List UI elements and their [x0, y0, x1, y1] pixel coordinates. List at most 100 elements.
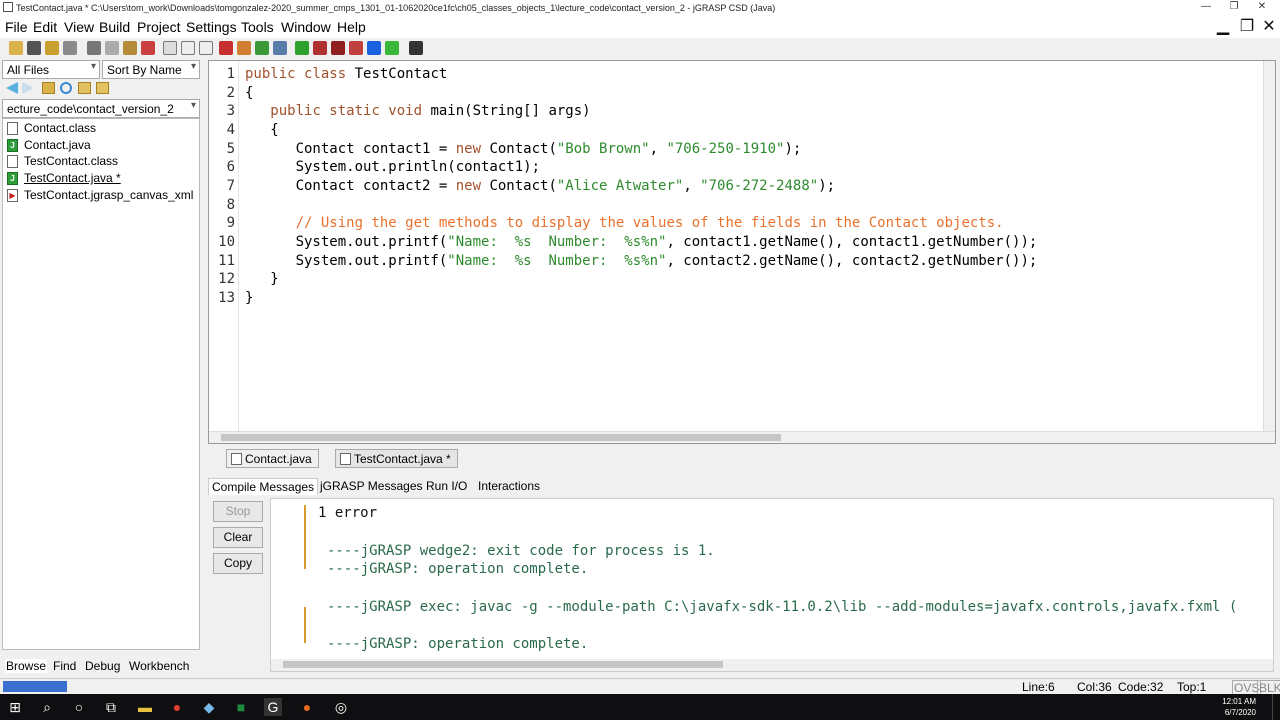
taskbar-clock[interactable]: 12:01 AM 6/7/2020 [1222, 696, 1256, 718]
menu-tools[interactable]: Tools [241, 19, 274, 35]
file-icon [7, 154, 18, 168]
close-button[interactable]: ✕ [1242, 0, 1280, 16]
uml-icon[interactable] [255, 41, 269, 55]
firefox-icon[interactable]: ● [298, 698, 316, 716]
forward-arrow-icon[interactable] [22, 82, 34, 94]
paste-icon[interactable] [123, 41, 137, 55]
menu-file[interactable]: File [5, 19, 28, 35]
code-editor[interactable]: 1 2 3 4 5 6 7 8 9 10 11 12 13 public cla… [208, 60, 1276, 444]
debug-icon[interactable] [331, 41, 345, 55]
horizontal-scrollbar[interactable] [209, 431, 1275, 443]
tab-testcontact-java[interactable]: TestContact.java * [335, 449, 458, 468]
store-icon[interactable]: ◆ [200, 698, 218, 716]
list-item[interactable]: Contact.class [7, 120, 96, 136]
jgrasp-taskbar-icon[interactable]: G [264, 698, 282, 716]
code-area[interactable]: 1 2 3 4 5 6 7 8 9 10 11 12 13 public cla… [209, 66, 1259, 426]
breakpoint-icon[interactable] [219, 41, 233, 55]
csd-file-icon [231, 453, 242, 465]
refresh-icon[interactable] [60, 82, 72, 94]
generate-csd-icon[interactable] [163, 41, 177, 55]
tab-find[interactable]: Find [53, 659, 76, 673]
folder-path-select[interactable]: ecture_code\contact_version_2 ▾ [2, 99, 200, 118]
menu-settings[interactable]: Settings [186, 19, 237, 35]
code-line: // Using the get methods to display the … [245, 215, 1004, 231]
save-all-icon[interactable] [45, 41, 59, 55]
list-item[interactable]: TestContact.class [7, 153, 118, 169]
back-arrow-icon[interactable] [6, 82, 18, 94]
scrollbar-thumb[interactable] [283, 661, 723, 668]
line-number: 11 [218, 253, 235, 269]
folder-path-value: ecture_code\contact_version_2 [7, 102, 174, 116]
tab-debug[interactable]: Debug [85, 659, 120, 673]
windows-start-icon[interactable]: ⊞ [6, 698, 24, 716]
task-view-icon[interactable]: ⧉ [102, 698, 120, 716]
chevron-down-icon: ▾ [190, 61, 196, 72]
message-horizontal-scrollbar[interactable] [271, 659, 1273, 671]
tab-browse[interactable]: Browse [5, 659, 48, 673]
menu-window[interactable]: Window [281, 19, 331, 35]
vertical-scrollbar[interactable] [1263, 61, 1275, 433]
fold-icon[interactable] [199, 41, 213, 55]
keyword: new [455, 178, 482, 194]
step-icon[interactable] [349, 41, 363, 55]
list-item[interactable]: J Contact.java [7, 137, 91, 153]
print-icon[interactable] [63, 41, 77, 55]
file-explorer-icon[interactable]: ▬ [136, 698, 154, 716]
save-icon[interactable] [27, 41, 41, 55]
file-filter-select[interactable]: All Files ▾ [2, 60, 100, 79]
obs-icon[interactable]: ◎ [332, 698, 350, 716]
message-output[interactable]: 1 error ----jGRASP wedge2: exit code for… [270, 498, 1274, 672]
message-line: ----jGRASP: operation complete. [327, 561, 589, 577]
menu-help[interactable]: Help [337, 19, 366, 35]
list-item[interactable]: ▶ TestContact.jgrasp_canvas_xml [7, 187, 193, 203]
remove-csd-icon[interactable] [181, 41, 195, 55]
chevron-down-icon: ▾ [90, 61, 96, 72]
run-icon[interactable] [313, 41, 327, 55]
mdi-close-icon[interactable]: ✕ [1258, 16, 1280, 38]
home-folder-icon[interactable] [78, 82, 91, 94]
show-desktop-button[interactable] [1272, 694, 1278, 720]
tab-workbench[interactable]: Workbench [129, 659, 189, 673]
search-icon[interactable]: ⌕ [38, 698, 56, 716]
compile-icon[interactable] [295, 41, 309, 55]
layout-icons[interactable] [3, 681, 67, 692]
chrome-icon[interactable]: ● [168, 698, 186, 716]
file-list: Contact.class J Contact.java TestContact.… [2, 118, 200, 650]
copy-icon[interactable] [105, 41, 119, 55]
mdi-minimize-icon[interactable]: ▁ [1212, 16, 1234, 38]
menu-view[interactable]: View [64, 19, 94, 35]
document-tabs: Contact.java TestContact.java * [208, 447, 1276, 469]
menu-edit[interactable]: Edit [33, 19, 57, 35]
open-folder-icon[interactable] [9, 41, 23, 55]
tab-compile-messages[interactable]: Compile Messages [208, 478, 319, 495]
sort-value: Sort By Name [107, 63, 182, 77]
undo-icon[interactable] [141, 41, 155, 55]
cut-icon[interactable] [87, 41, 101, 55]
chart-icon[interactable] [237, 41, 251, 55]
messages-icon[interactable] [409, 41, 423, 55]
canvas-icon[interactable] [367, 41, 381, 55]
line-number: 8 [226, 197, 235, 213]
java-file-icon: J [7, 138, 18, 152]
clear-button[interactable]: Clear [213, 527, 263, 548]
cortana-icon[interactable]: ○ [70, 698, 88, 716]
message-line: ----jGRASP exec: javac -g --module-path … [327, 599, 1238, 615]
sort-select[interactable]: Sort By Name ▾ [102, 60, 200, 79]
tab-jgrasp-messages[interactable]: jGRASP Messages [317, 478, 426, 494]
copy-button[interactable]: Copy [213, 553, 263, 574]
menu-project[interactable]: Project [137, 19, 181, 35]
scrollbar-thumb[interactable] [221, 434, 781, 441]
list-item[interactable]: J TestContact.java * [7, 170, 121, 186]
window-title: TestContact.java * C:\Users\tom_work\Dow… [16, 3, 776, 13]
tab-contact-java[interactable]: Contact.java [226, 449, 319, 468]
book-icon[interactable] [273, 41, 287, 55]
excel-icon[interactable]: ■ [232, 698, 250, 716]
mdi-maximize-icon[interactable]: ❐ [1236, 16, 1258, 38]
tab-run-io[interactable]: Run I/O [423, 478, 470, 494]
tab-interactions[interactable]: Interactions [475, 478, 543, 494]
menu-build[interactable]: Build [99, 19, 130, 35]
up-folder-icon[interactable] [42, 82, 55, 94]
stop-button[interactable]: Stop [213, 501, 263, 522]
interactions-icon[interactable] [385, 41, 399, 55]
new-folder-icon[interactable] [96, 82, 109, 94]
